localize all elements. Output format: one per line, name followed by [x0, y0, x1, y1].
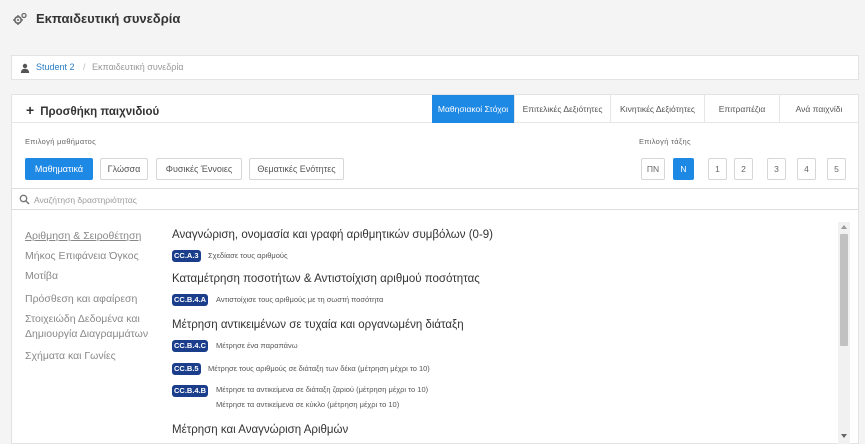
add-game-label: Προσθήκη παιχνιδιού [40, 106, 160, 118]
sidebar-item-addition-subtraction[interactable]: Πρόσθεση και αφαίρεση [25, 292, 137, 306]
breadcrumb-current: Εκπαιδευτική συνεδρία [92, 62, 184, 72]
activity-code-badge[interactable]: CC.B.5 [172, 363, 201, 375]
grade-1-button[interactable]: 1 [708, 158, 727, 180]
sidebar-item-data-line2[interactable]: Δημιουργία Διαγραμμάτων [25, 327, 148, 341]
tab-board-games[interactable]: Επιτραπέζια [704, 95, 779, 123]
activity-link[interactable]: Αντιστοίχισε τους αριθμούς με τη σωστή π… [216, 295, 383, 304]
search-input[interactable] [34, 192, 834, 207]
grade-n-button[interactable]: N [673, 158, 694, 180]
sidebar-item-measurement[interactable]: Μήκος Επιφάνεια Όγκος [25, 249, 139, 263]
sidebar-item-shapes[interactable]: Σχήματα και Γωνίες [25, 349, 116, 363]
content-scrollbar[interactable] [838, 222, 850, 444]
activity-code-badge[interactable]: CC.A.3 [172, 250, 201, 262]
subject-science-button[interactable]: Φυσικές Έννοιες [156, 158, 242, 180]
breadcrumb: Student 2 / Εκπαιδευτική συνεδρία [11, 55, 859, 80]
user-icon [20, 63, 30, 73]
search-icon [19, 194, 30, 205]
grade-2-button[interactable]: 2 [734, 158, 753, 180]
breadcrumb-separator: / [83, 62, 86, 72]
breadcrumb-student-link[interactable]: Student 2 [36, 62, 75, 72]
activity-link[interactable]: Σχεδίασε τους αριθμούς [208, 251, 288, 260]
activity-link[interactable]: Μέτρησε ένα παραπάνω [216, 341, 298, 350]
section-title: Μέτρηση αντικειμένων σε τυχαία και οργαν… [172, 319, 464, 331]
activity-link[interactable]: Μέτρησε τα αντικείμενα σε διάταξη ζαριού… [216, 385, 428, 394]
sidebar-item-patterns[interactable]: Μοτίβα [25, 269, 58, 283]
section-title: Καταμέτρηση ποσοτήτων & Αντιστοίχιση αρι… [172, 273, 480, 285]
gears-icon [13, 12, 27, 25]
tab-learning-goals[interactable]: Μαθησιακοί Στόχοι [432, 95, 514, 123]
tab-by-game[interactable]: Ανά παιχνίδι [779, 95, 858, 123]
section-title: Αναγνώριση, ονομασία και γραφή αριθμητικ… [172, 229, 494, 241]
page-title: Εκπαιδευτική συνεδρία [36, 11, 181, 26]
activity-code-badge[interactable]: CC.B.4.A [172, 294, 209, 306]
tab-executive-skills[interactable]: Επιτελικές Δεξιότητες [514, 95, 610, 123]
tab-motor-skills[interactable]: Κινητικές Δεξιότητες [610, 95, 704, 123]
grade-pn-button[interactable]: ΠΝ [641, 158, 665, 180]
sidebar-item-counting[interactable]: Αριθμηση & Σειροθέτηση [25, 229, 141, 243]
plus-icon: + [26, 102, 35, 118]
section-title: Μέτρηση και Αναγνώριση Αριθμών [172, 424, 349, 436]
activity-code-badge[interactable]: CC.B.4.C [172, 340, 209, 352]
main-panel: + Προσθήκη παιχνιδιού Μαθησιακοί Στόχοι Ε… [11, 94, 859, 444]
subject-math-button[interactable]: Μαθηματικά [25, 158, 93, 180]
activity-link-secondary[interactable]: Μέτρησε τα αντικείμενα σε κύκλο (μέτρηση… [216, 400, 399, 409]
grade-4-button[interactable]: 4 [797, 158, 816, 180]
grade-label: Επιλογή τάξης [639, 137, 691, 146]
top-bar: Εκπαιδευτική συνεδρία [0, 0, 865, 38]
search-box [11, 188, 859, 210]
subject-label: Επιλογή μαθήματος [25, 137, 97, 146]
activity-code-badge[interactable]: CC.B.4.B [172, 385, 209, 397]
grade-5-button[interactable]: 5 [827, 158, 846, 180]
add-game-button[interactable]: + Προσθήκη παιχνιδιού [26, 102, 159, 118]
subject-language-button[interactable]: Γλώσσα [100, 158, 148, 180]
scroll-up-arrow-icon[interactable] [841, 225, 847, 229]
panel-header: + Προσθήκη παιχνιδιού Μαθησιακοί Στόχοι Ε… [12, 95, 858, 123]
scroll-thumb[interactable] [840, 234, 848, 346]
subject-thematic-button[interactable]: Θεματικές Ενότητες [249, 158, 344, 180]
activity-link[interactable]: Μέτρησε τους αριθμούς σε διάταξη των δέκ… [208, 364, 430, 373]
grade-3-button[interactable]: 3 [767, 158, 786, 180]
scroll-down-arrow-icon[interactable] [841, 434, 847, 438]
sidebar-item-data-line1[interactable]: Στοιχειώδη Δεδομένα και [25, 312, 140, 326]
